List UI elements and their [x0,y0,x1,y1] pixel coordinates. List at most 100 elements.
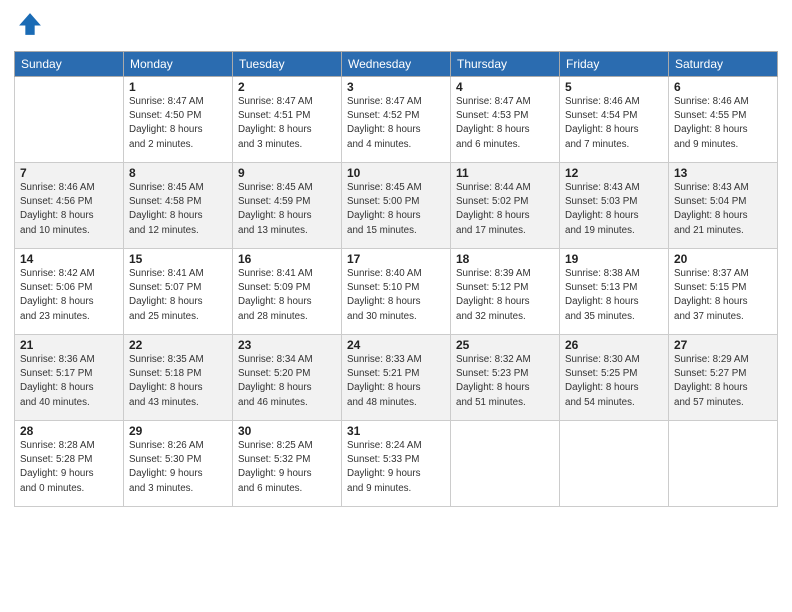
day-number: 16 [238,252,336,266]
day-number: 1 [129,80,227,94]
calendar-cell: 14Sunrise: 8:42 AMSunset: 5:06 PMDayligh… [15,249,124,335]
day-info: Sunrise: 8:35 AMSunset: 5:18 PMDaylight:… [129,353,227,410]
calendar-cell: 4Sunrise: 8:47 AMSunset: 4:53 PMDaylight… [451,77,560,163]
weekday-header-wednesday: Wednesday [342,52,451,77]
calendar-cell: 12Sunrise: 8:43 AMSunset: 5:03 PMDayligh… [560,163,669,249]
calendar-cell: 31Sunrise: 8:24 AMSunset: 5:33 PMDayligh… [342,421,451,507]
day-number: 28 [20,424,118,438]
calendar-cell: 21Sunrise: 8:36 AMSunset: 5:17 PMDayligh… [15,335,124,421]
day-info: Sunrise: 8:42 AMSunset: 5:06 PMDaylight:… [20,267,118,324]
calendar-week-row: 7Sunrise: 8:46 AMSunset: 4:56 PMDaylight… [15,163,778,249]
day-info: Sunrise: 8:28 AMSunset: 5:28 PMDaylight:… [20,439,118,496]
day-number: 26 [565,338,663,352]
calendar-cell: 18Sunrise: 8:39 AMSunset: 5:12 PMDayligh… [451,249,560,335]
page-header [14,10,778,43]
calendar-cell: 20Sunrise: 8:37 AMSunset: 5:15 PMDayligh… [669,249,778,335]
day-info: Sunrise: 8:47 AMSunset: 4:51 PMDaylight:… [238,95,336,152]
weekday-header-friday: Friday [560,52,669,77]
day-number: 31 [347,424,445,438]
calendar-cell [669,421,778,507]
day-number: 3 [347,80,445,94]
day-number: 2 [238,80,336,94]
calendar-cell [451,421,560,507]
day-info: Sunrise: 8:47 AMSunset: 4:52 PMDaylight:… [347,95,445,152]
calendar-week-row: 21Sunrise: 8:36 AMSunset: 5:17 PMDayligh… [15,335,778,421]
day-number: 9 [238,166,336,180]
day-info: Sunrise: 8:30 AMSunset: 5:25 PMDaylight:… [565,353,663,410]
calendar-cell: 10Sunrise: 8:45 AMSunset: 5:00 PMDayligh… [342,163,451,249]
day-info: Sunrise: 8:25 AMSunset: 5:32 PMDaylight:… [238,439,336,496]
day-info: Sunrise: 8:47 AMSunset: 4:53 PMDaylight:… [456,95,554,152]
day-number: 27 [674,338,772,352]
day-info: Sunrise: 8:46 AMSunset: 4:54 PMDaylight:… [565,95,663,152]
day-info: Sunrise: 8:24 AMSunset: 5:33 PMDaylight:… [347,439,445,496]
day-number: 24 [347,338,445,352]
logo-icon [16,10,44,38]
calendar-table: SundayMondayTuesdayWednesdayThursdayFrid… [14,51,778,507]
calendar-cell: 11Sunrise: 8:44 AMSunset: 5:02 PMDayligh… [451,163,560,249]
calendar-cell [15,77,124,163]
weekday-header-row: SundayMondayTuesdayWednesdayThursdayFrid… [15,52,778,77]
day-number: 18 [456,252,554,266]
calendar-cell: 6Sunrise: 8:46 AMSunset: 4:55 PMDaylight… [669,77,778,163]
logo [14,10,44,43]
day-number: 13 [674,166,772,180]
calendar-week-row: 28Sunrise: 8:28 AMSunset: 5:28 PMDayligh… [15,421,778,507]
calendar-cell: 7Sunrise: 8:46 AMSunset: 4:56 PMDaylight… [15,163,124,249]
calendar-cell: 25Sunrise: 8:32 AMSunset: 5:23 PMDayligh… [451,335,560,421]
day-info: Sunrise: 8:36 AMSunset: 5:17 PMDaylight:… [20,353,118,410]
day-info: Sunrise: 8:41 AMSunset: 5:07 PMDaylight:… [129,267,227,324]
calendar-cell: 29Sunrise: 8:26 AMSunset: 5:30 PMDayligh… [124,421,233,507]
calendar-cell: 28Sunrise: 8:28 AMSunset: 5:28 PMDayligh… [15,421,124,507]
day-info: Sunrise: 8:45 AMSunset: 4:58 PMDaylight:… [129,181,227,238]
calendar-cell: 9Sunrise: 8:45 AMSunset: 4:59 PMDaylight… [233,163,342,249]
calendar-cell: 26Sunrise: 8:30 AMSunset: 5:25 PMDayligh… [560,335,669,421]
calendar-cell [560,421,669,507]
day-number: 30 [238,424,336,438]
day-info: Sunrise: 8:46 AMSunset: 4:55 PMDaylight:… [674,95,772,152]
day-info: Sunrise: 8:44 AMSunset: 5:02 PMDaylight:… [456,181,554,238]
day-info: Sunrise: 8:43 AMSunset: 5:04 PMDaylight:… [674,181,772,238]
weekday-header-saturday: Saturday [669,52,778,77]
weekday-header-tuesday: Tuesday [233,52,342,77]
calendar-cell: 3Sunrise: 8:47 AMSunset: 4:52 PMDaylight… [342,77,451,163]
day-info: Sunrise: 8:32 AMSunset: 5:23 PMDaylight:… [456,353,554,410]
day-number: 8 [129,166,227,180]
weekday-header-thursday: Thursday [451,52,560,77]
calendar-cell: 5Sunrise: 8:46 AMSunset: 4:54 PMDaylight… [560,77,669,163]
day-info: Sunrise: 8:41 AMSunset: 5:09 PMDaylight:… [238,267,336,324]
day-info: Sunrise: 8:29 AMSunset: 5:27 PMDaylight:… [674,353,772,410]
weekday-header-monday: Monday [124,52,233,77]
day-info: Sunrise: 8:45 AMSunset: 4:59 PMDaylight:… [238,181,336,238]
day-number: 21 [20,338,118,352]
day-number: 23 [238,338,336,352]
day-number: 17 [347,252,445,266]
day-number: 11 [456,166,554,180]
calendar-cell: 16Sunrise: 8:41 AMSunset: 5:09 PMDayligh… [233,249,342,335]
day-number: 7 [20,166,118,180]
day-number: 22 [129,338,227,352]
day-info: Sunrise: 8:38 AMSunset: 5:13 PMDaylight:… [565,267,663,324]
day-info: Sunrise: 8:26 AMSunset: 5:30 PMDaylight:… [129,439,227,496]
day-info: Sunrise: 8:40 AMSunset: 5:10 PMDaylight:… [347,267,445,324]
day-number: 14 [20,252,118,266]
day-number: 6 [674,80,772,94]
weekday-header-sunday: Sunday [15,52,124,77]
day-number: 12 [565,166,663,180]
day-info: Sunrise: 8:33 AMSunset: 5:21 PMDaylight:… [347,353,445,410]
calendar-cell: 8Sunrise: 8:45 AMSunset: 4:58 PMDaylight… [124,163,233,249]
calendar-cell: 24Sunrise: 8:33 AMSunset: 5:21 PMDayligh… [342,335,451,421]
day-number: 20 [674,252,772,266]
day-info: Sunrise: 8:47 AMSunset: 4:50 PMDaylight:… [129,95,227,152]
day-number: 15 [129,252,227,266]
day-number: 19 [565,252,663,266]
day-info: Sunrise: 8:46 AMSunset: 4:56 PMDaylight:… [20,181,118,238]
calendar-cell: 19Sunrise: 8:38 AMSunset: 5:13 PMDayligh… [560,249,669,335]
day-info: Sunrise: 8:37 AMSunset: 5:15 PMDaylight:… [674,267,772,324]
calendar-cell: 22Sunrise: 8:35 AMSunset: 5:18 PMDayligh… [124,335,233,421]
calendar-cell: 23Sunrise: 8:34 AMSunset: 5:20 PMDayligh… [233,335,342,421]
calendar-cell: 13Sunrise: 8:43 AMSunset: 5:04 PMDayligh… [669,163,778,249]
day-info: Sunrise: 8:39 AMSunset: 5:12 PMDaylight:… [456,267,554,324]
calendar-week-row: 1Sunrise: 8:47 AMSunset: 4:50 PMDaylight… [15,77,778,163]
day-info: Sunrise: 8:34 AMSunset: 5:20 PMDaylight:… [238,353,336,410]
